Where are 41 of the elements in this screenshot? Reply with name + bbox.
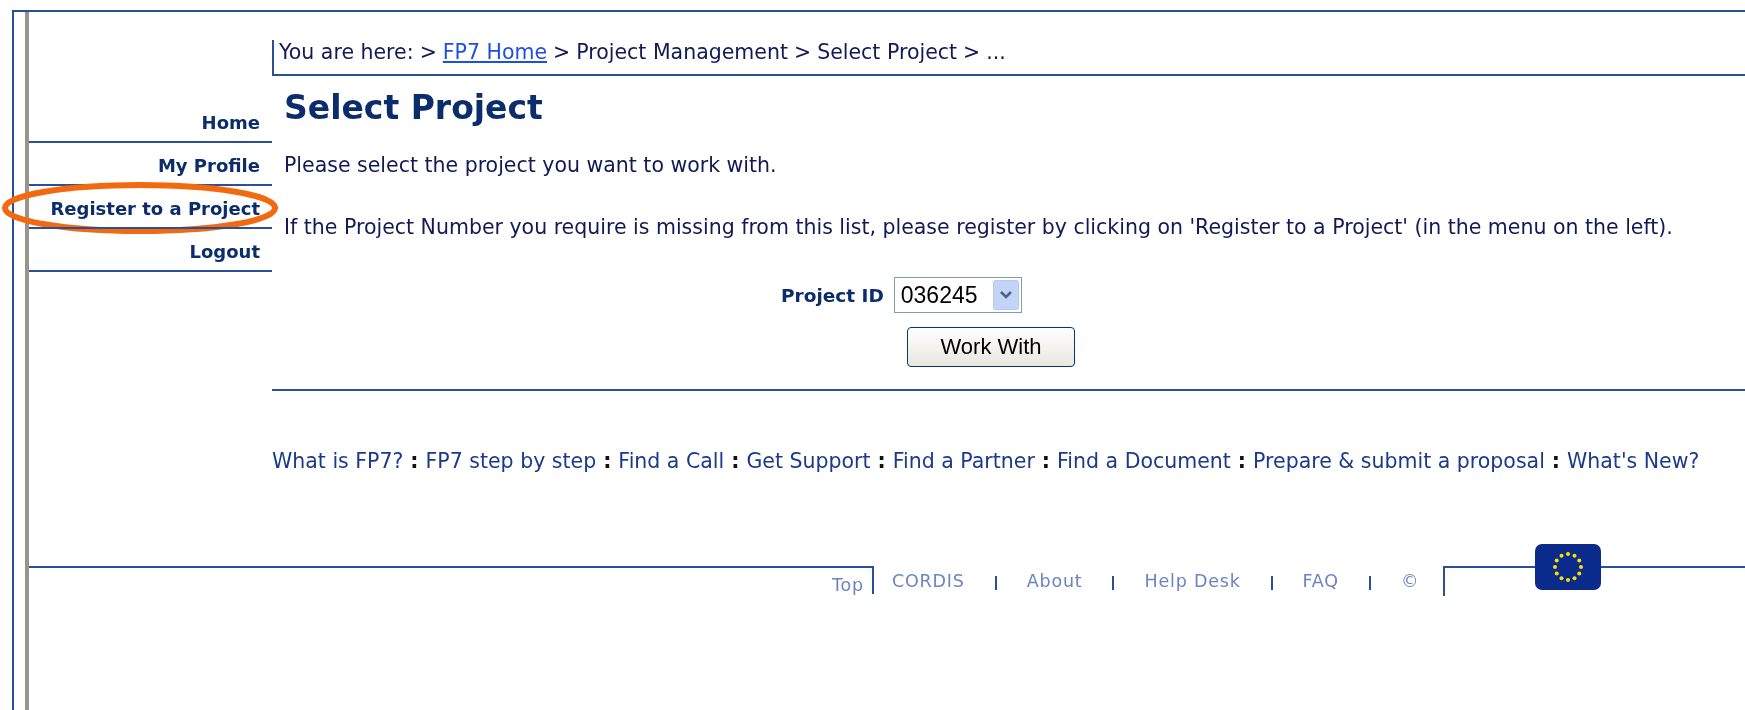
link-separator: : bbox=[1551, 449, 1561, 473]
breadcrumb-separator: > bbox=[419, 40, 437, 64]
bottom-link[interactable]: About bbox=[1026, 566, 1083, 592]
footer-link[interactable]: Get Support bbox=[746, 449, 871, 473]
bottom-link[interactable]: © bbox=[1400, 566, 1420, 592]
footer-link[interactable]: Find a Document bbox=[1057, 449, 1231, 473]
footer-link[interactable]: Find a Partner bbox=[892, 449, 1035, 473]
footer-link[interactable]: FP7 step by step bbox=[425, 449, 597, 473]
work-with-button[interactable]: Work With bbox=[907, 327, 1075, 367]
project-select[interactable]: 036245 bbox=[893, 277, 1022, 313]
sidebar-link[interactable]: Logout bbox=[29, 229, 272, 272]
breadcrumb-item: Select Project bbox=[817, 40, 958, 64]
bottom-link[interactable]: FAQ bbox=[1302, 566, 1339, 592]
breadcrumb-separator: > bbox=[963, 40, 981, 64]
breadcrumb-label: You are here: bbox=[279, 40, 414, 64]
page-title: Select Project bbox=[284, 88, 544, 127]
breadcrumb-separator: > bbox=[793, 40, 812, 64]
footer-link[interactable]: Prepare & submit a proposal bbox=[1253, 449, 1545, 473]
breadcrumb-item: ... bbox=[986, 40, 1006, 64]
flag-logo bbox=[1535, 544, 1602, 590]
breadcrumb-separator: > bbox=[553, 40, 571, 64]
footer-link[interactable]: Find a Call bbox=[618, 449, 725, 473]
link-separator: : bbox=[731, 449, 740, 473]
breadcrumb-item: Project Management bbox=[576, 40, 788, 64]
sidebar-link[interactable]: My Profile bbox=[29, 143, 272, 186]
link-separator: : bbox=[877, 449, 886, 473]
field-label: Project ID bbox=[781, 284, 884, 306]
footer-link[interactable]: What is FP7? bbox=[272, 449, 404, 473]
link-separator: : bbox=[1237, 449, 1247, 473]
breadcrumb-link[interactable]: FP7 Home bbox=[442, 40, 548, 64]
footer-link[interactable]: What's New? bbox=[1567, 449, 1700, 473]
bottom-link[interactable]: CORDIS bbox=[892, 566, 965, 592]
bottom-link[interactable]: Help Desk bbox=[1144, 566, 1241, 592]
bottom-link[interactable]: Top bbox=[832, 570, 864, 594]
dropdown-icon bbox=[992, 280, 1019, 310]
instruction-text: Please select the project you want to work with. bbox=[284, 153, 778, 177]
instruction-text: If the Project Number you require is missing from this list, please register by clicking on 'Register to a Project' (in the menu on the left). bbox=[284, 215, 1674, 239]
link-separator: : bbox=[1041, 449, 1051, 473]
link-separator: : bbox=[410, 449, 419, 473]
sidebar-link[interactable]: Home bbox=[29, 100, 272, 143]
link-separator: : bbox=[603, 449, 612, 473]
